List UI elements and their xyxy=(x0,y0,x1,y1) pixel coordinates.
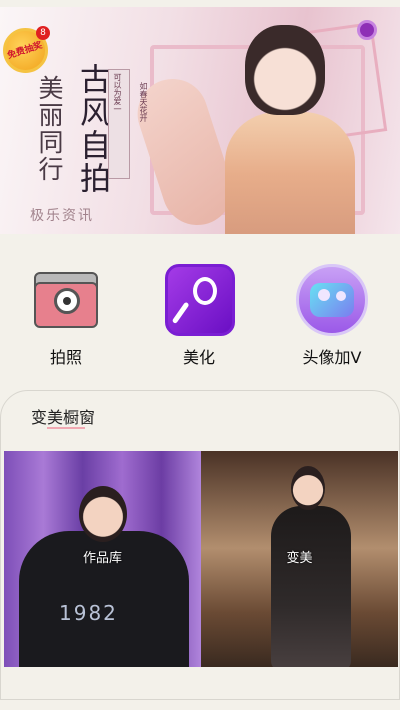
section-title-underline xyxy=(47,427,85,429)
menu-item-label: 头像加V xyxy=(302,348,362,367)
banner-subtitle: 美丽同行 xyxy=(35,75,64,183)
banner-tagline-2: 如春天花开 xyxy=(139,82,148,122)
menu-item-label: 拍照 xyxy=(49,348,82,367)
banner-title: 古风自拍 xyxy=(74,63,110,195)
menu-item-avatar-v[interactable]: 头像加V xyxy=(282,264,382,368)
lottery-count-badge: 8 xyxy=(36,26,50,40)
banner-watermark: 极乐资讯 xyxy=(30,208,94,224)
section-title: 变美橱窗 xyxy=(31,408,96,427)
banner-tagline-1: 可以为爱一 xyxy=(113,73,122,113)
photo-figure-head xyxy=(79,486,127,542)
card-label: 变美 xyxy=(286,551,313,566)
menu-item-beautify[interactable]: 美化 xyxy=(149,264,249,368)
menu-item-label: 美化 xyxy=(182,348,215,367)
banner-figure-body xyxy=(225,112,355,234)
mirror-icon xyxy=(163,264,235,336)
works-library-card[interactable]: 1982 作品库 xyxy=(4,451,201,667)
photo-figure-head xyxy=(291,466,325,510)
card-label: 作品库 xyxy=(82,551,122,566)
lottery-badge-label: 免费抽奖 xyxy=(6,40,45,61)
banner-indicator-dot xyxy=(357,20,377,40)
camera-icon xyxy=(30,264,102,336)
banner-figure-head xyxy=(245,25,325,115)
beauty-window-section: 变美橱窗 1982 作品库 变美 xyxy=(0,390,400,700)
photo-figure-body xyxy=(271,506,351,667)
menu-item-photo[interactable]: 拍照 xyxy=(16,264,116,368)
function-menu: 拍照 美化 头像加V xyxy=(0,264,400,369)
photo-shirt-text: 1982 xyxy=(59,601,118,625)
avatar-v-icon xyxy=(296,264,368,336)
promo-banner[interactable]: 古风自拍 美丽同行 可以为爱一 如春天花开 极乐资讯 免费抽奖 8 xyxy=(0,7,400,234)
beautify-card[interactable]: 变美 xyxy=(201,451,398,667)
